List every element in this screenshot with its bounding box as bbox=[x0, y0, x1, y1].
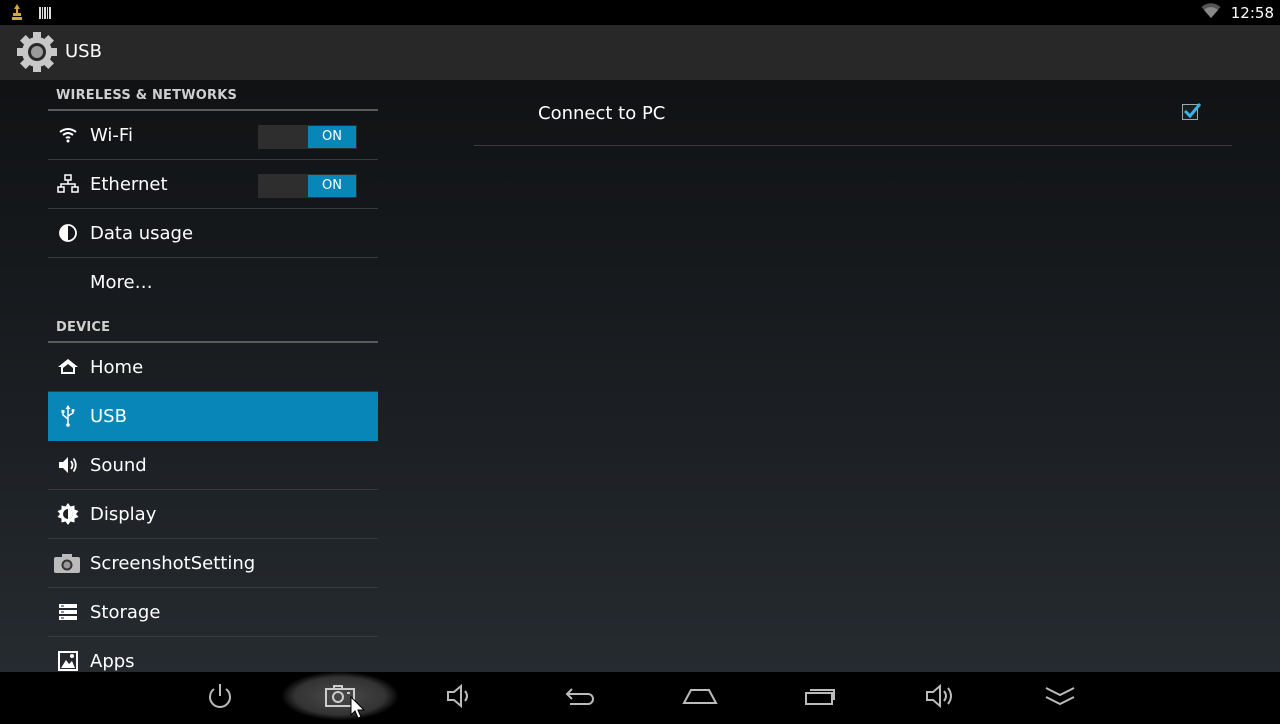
sidebar-item-label: More… bbox=[90, 272, 153, 293]
data-usage-icon bbox=[56, 221, 80, 245]
system-nav-bar bbox=[0, 672, 1280, 720]
wifi-icon bbox=[56, 123, 80, 147]
ethernet-icon bbox=[56, 172, 80, 196]
sidebar-item-sound[interactable]: Sound bbox=[48, 441, 378, 490]
collapse-icon[interactable] bbox=[1030, 672, 1090, 720]
sidebar-item-label: Storage bbox=[90, 601, 161, 623]
home-icon bbox=[56, 355, 80, 379]
volume-up-icon[interactable] bbox=[910, 672, 970, 720]
status-bar: 12:58 bbox=[0, 0, 1280, 25]
wifi-toggle[interactable]: ON bbox=[258, 125, 357, 149]
action-bar: USB bbox=[0, 25, 1280, 81]
power-icon[interactable] bbox=[190, 672, 250, 720]
sidebar-item-storage[interactable]: Storage bbox=[48, 588, 378, 637]
settings-content: WIRELESS & NETWORKS Wi-Fi ON Ethernet ON… bbox=[0, 81, 1280, 672]
sidebar-item-label: Sound bbox=[90, 454, 147, 476]
sidebar-item-label: Apps bbox=[90, 651, 135, 672]
settings-gear-icon[interactable] bbox=[14, 29, 60, 75]
sidebar-item-label: USB bbox=[90, 406, 127, 427]
sidebar-item-label: Display bbox=[90, 503, 157, 525]
toggle-on-label: ON bbox=[308, 126, 356, 148]
settings-sidebar: WIRELESS & NETWORKS Wi-Fi ON Ethernet ON… bbox=[48, 81, 378, 672]
connect-to-pc-label: Connect to PC bbox=[538, 103, 666, 124]
storage-icon bbox=[56, 600, 80, 624]
sidebar-item-usb[interactable]: USB bbox=[48, 392, 378, 441]
connect-to-pc-row[interactable]: Connect to PC bbox=[474, 81, 1232, 146]
sidebar-item-apps[interactable]: Apps bbox=[48, 637, 378, 672]
sidebar-item-more[interactable]: More… bbox=[48, 258, 378, 307]
page-title: USB bbox=[65, 41, 102, 62]
apps-icon bbox=[56, 649, 80, 672]
usb-icon bbox=[56, 404, 80, 428]
sidebar-item-label: ScreenshotSetting bbox=[90, 552, 256, 574]
back-icon[interactable] bbox=[550, 672, 610, 720]
toggle-on-label: ON bbox=[308, 175, 356, 197]
volume-down-icon[interactable] bbox=[430, 672, 490, 720]
screenshot-icon[interactable] bbox=[282, 672, 398, 720]
display-brightness-icon bbox=[56, 502, 80, 526]
sidebar-item-data-usage[interactable]: Data usage bbox=[48, 209, 378, 258]
sidebar-item-home[interactable]: Home bbox=[48, 343, 378, 392]
sound-icon bbox=[56, 453, 80, 477]
sidebar-item-label: Ethernet bbox=[90, 173, 168, 195]
sidebar-item-ethernet[interactable]: Ethernet ON bbox=[48, 160, 378, 209]
usb-detail-panel: Connect to PC bbox=[474, 81, 1232, 146]
connect-to-pc-checkbox[interactable] bbox=[1182, 103, 1202, 120]
notification-usb-debug-icon bbox=[10, 3, 24, 25]
section-header-wireless: WIRELESS & NETWORKS bbox=[48, 81, 378, 111]
home-button-icon[interactable] bbox=[670, 672, 730, 720]
sidebar-item-label: Data usage bbox=[90, 222, 194, 244]
sidebar-item-display[interactable]: Display bbox=[48, 490, 378, 539]
sidebar-item-screenshot-setting[interactable]: ScreenshotSetting bbox=[48, 539, 378, 588]
sidebar-item-label: Home bbox=[90, 356, 144, 378]
recent-apps-icon[interactable] bbox=[790, 672, 850, 720]
wifi-signal-icon bbox=[1201, 2, 1221, 23]
status-clock: 12:58 bbox=[1230, 3, 1274, 22]
camera-icon bbox=[53, 551, 81, 575]
barcode-icon bbox=[38, 5, 52, 24]
sidebar-item-label: Wi-Fi bbox=[90, 124, 133, 146]
ethernet-toggle[interactable]: ON bbox=[258, 174, 357, 198]
sidebar-item-wifi[interactable]: Wi-Fi ON bbox=[48, 111, 378, 160]
section-header-device: DEVICE bbox=[48, 313, 378, 343]
